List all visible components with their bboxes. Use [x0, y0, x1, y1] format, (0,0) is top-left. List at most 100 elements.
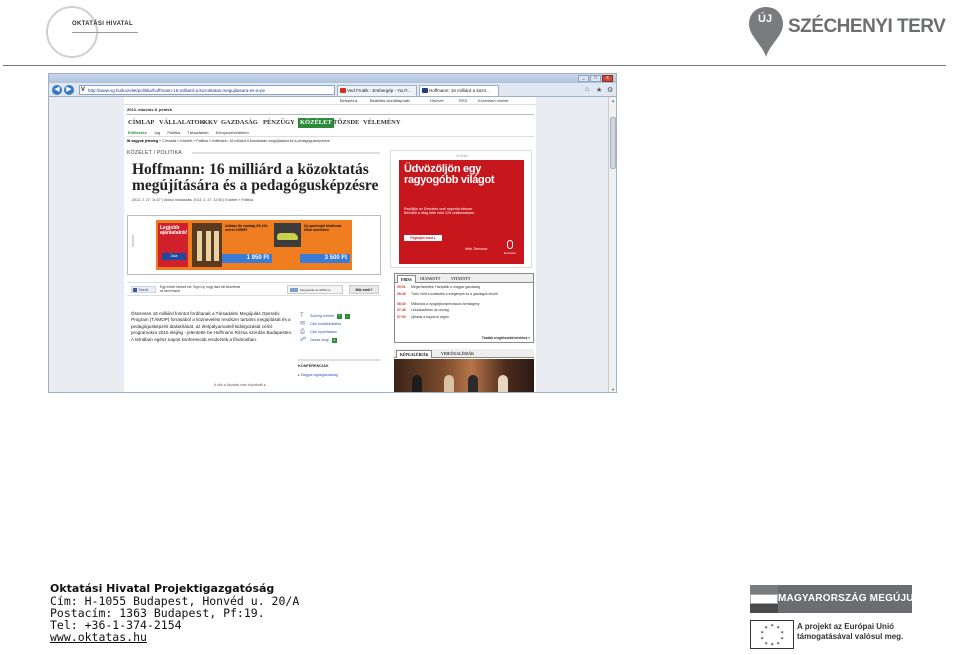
- star-icon: ✶: [764, 641, 769, 647]
- conference-link[interactable]: ▸ Magyar agrárgazdaság: [298, 373, 338, 377]
- minimize-button[interactable]: _: [578, 75, 589, 82]
- tab-friss[interactable]: FRISS: [397, 275, 416, 283]
- news-list: 09:01 Megerősítették: Hanyatlik a magyar…: [397, 285, 531, 323]
- set-homepage-link[interactable]: Beállítás kezdőlapnak!: [370, 97, 410, 105]
- maximize-button[interactable]: □: [590, 75, 601, 82]
- hungarian-flag-icon: [750, 585, 778, 613]
- facebook-like-button[interactable]: Tetszik: [131, 286, 156, 293]
- nav-item-kkv[interactable]: KKV: [203, 118, 218, 128]
- tool-print-article[interactable]: ⎙ Cikk nyomtatása: [298, 328, 380, 336]
- subnav-item-jog[interactable]: Jog: [154, 130, 160, 135]
- tool-text-size[interactable]: T Szöveg mérete + -: [298, 312, 380, 320]
- tool-send-article[interactable]: ✉ Cikk továbbküldése: [298, 320, 380, 328]
- increase-text-button[interactable]: +: [337, 313, 343, 319]
- like-label: Tetszik: [138, 288, 149, 292]
- tool-label: Cikk nyomtatása: [310, 330, 337, 334]
- emirates-logo-mark: [507, 240, 513, 249]
- address-bar[interactable]: V http://www.vg.hu/kozelet/politika/hoff…: [79, 85, 335, 95]
- divider: [126, 136, 534, 137]
- vertical-scrollbar[interactable]: ▲ ▼: [608, 97, 616, 392]
- star-icon[interactable]: ★: [596, 86, 602, 94]
- share-arrow-button[interactable]: ▸: [332, 337, 338, 343]
- follow-us-link[interactable]: Kövessen minket: [478, 97, 508, 105]
- header-divider: [3, 65, 946, 66]
- subnav-item-politika[interactable]: Politika: [167, 130, 180, 135]
- book-now-button[interactable]: Foglaljon most ▸: [404, 235, 442, 241]
- continue-note[interactable]: A cikk a folytatás után folytatódik ▸: [214, 383, 266, 387]
- star-icon: ✶: [764, 625, 769, 631]
- back-arrow-icon[interactable]: ◀: [52, 85, 62, 95]
- advert-label: Hirdetés: [131, 234, 135, 248]
- star-icon: ✶: [770, 642, 775, 648]
- mail-icon: ✉: [300, 321, 306, 327]
- nav-item-cimlap[interactable]: CÍMLAP: [128, 118, 154, 128]
- nav-item-tozsde[interactable]: TŐZSDE: [333, 118, 359, 128]
- gallery-tabs: KÉPGALÉRIÁK VIDEÓGALÉRIÁK: [394, 349, 534, 358]
- nav-item-gazdasag[interactable]: GAZDASÁG: [221, 118, 258, 128]
- iwiw-share-button[interactable]: Megosztás az iWIW-en: [287, 285, 343, 294]
- eu-flag-icon: ✶ ✶ ✶ ✶ ✶ ✶ ✶ ✶ ✶ ✶: [750, 620, 794, 649]
- what-is-this-button[interactable]: Mik ezek?: [349, 285, 379, 294]
- news-time: 07:00: [397, 314, 406, 319]
- rss-link[interactable]: RSS: [459, 97, 467, 105]
- scroll-down-icon[interactable]: ▼: [610, 387, 616, 392]
- tab-vitatott[interactable]: VITATOTT: [448, 275, 473, 283]
- close-button[interactable]: x: [602, 75, 613, 82]
- subnav-item-elofizetes[interactable]: Előfizetés: [128, 130, 147, 135]
- webpage: Belépés ▸ Beállítás kezdőlapnak! Hírlevé…: [124, 97, 536, 392]
- tab-videogaleriak[interactable]: VIDEÓGALÉRIÁK: [438, 350, 477, 358]
- forward-arrow-icon[interactable]: ▶: [64, 85, 74, 95]
- advert-box: Hirdetés Legjobb ajánlataink! Alza Adida…: [127, 215, 381, 275]
- tab-olvasott[interactable]: OLVASOTT: [417, 275, 443, 283]
- footer-contact: Oktatási Hivatal Projektigazgatóság Cím:…: [50, 583, 310, 644]
- nav-item-kozelet[interactable]: KÖZÉLET: [298, 118, 334, 128]
- nav-item-vallalatok[interactable]: VÁLLALATOK: [159, 118, 205, 128]
- news-title: Megerősítették: Hanyatlik a magyar gazda…: [411, 285, 480, 289]
- eu-support-line-2: támogatásával valósul meg.: [797, 632, 904, 641]
- tab-kepgaleriak[interactable]: KÉPGALÉRIÁK: [396, 350, 433, 358]
- oktatasi-hivatal-logo: OKTATÁSI HIVATAL: [46, 4, 138, 60]
- news-item[interactable]: 07:00 Újításai a kuponos cégek: [397, 314, 531, 323]
- emirates-advert[interactable]: Üdvözöljön egy ragyogóbb világot Repüljö…: [399, 160, 524, 264]
- decrease-text-button[interactable]: -: [345, 313, 351, 319]
- tool-share[interactable]: ☍ Ossza meg! ▸: [298, 336, 380, 344]
- emirates-title: Üdvözöljön egy ragyogóbb világot: [404, 163, 495, 186]
- newsletter-link[interactable]: Hírlevél: [430, 97, 444, 105]
- uj-szechenyi-terv-logo: ÚJ SZÉCHENYI TERV: [748, 6, 946, 58]
- star-icon: ✶: [780, 636, 785, 642]
- login-link[interactable]: Belépés ▸: [340, 97, 358, 105]
- advert-brand-label: Alza: [162, 253, 186, 260]
- product-image-shoe: [274, 223, 301, 247]
- product-2-price: 3 500 Ft: [300, 254, 350, 263]
- browser-tab-vg[interactable]: Hoffmann: 16 milliárd a közö...: [419, 85, 499, 96]
- scroll-up-icon[interactable]: ▲: [610, 98, 616, 104]
- advert-promo-title: Legjobb ajánlataink!: [160, 225, 188, 236]
- article-meta: 2013. 2. 27. 11:07 | Utolsó módosítás: 2…: [132, 198, 253, 202]
- emirates-subtitle: Repüljön az Emirates-szel naponta kétsze…: [404, 207, 475, 216]
- oktatasi-hivatal-logo-text: OKTATÁSI HIVATAL: [72, 21, 133, 27]
- nav-item-penzugy[interactable]: PÉNZÜGY: [263, 118, 295, 128]
- gallery-photo[interactable]: [394, 359, 534, 392]
- news-tabs: FRISS OLVASOTT VITATOTT: [395, 274, 533, 283]
- more-news-link[interactable]: Tovább a legfrissebb hírekhez »: [482, 336, 530, 340]
- szechenyi-logo-name: SZÉCHENYI TERV: [788, 16, 946, 37]
- news-title: Tárki: Nőtt a szakadék a szegények és a …: [411, 291, 498, 296]
- scrollbar-thumb[interactable]: [610, 117, 616, 169]
- browser-tab-youtube[interactable]: Ved Fruttik - Embergép - YouT...: [337, 85, 417, 96]
- nav-item-velemeny[interactable]: VÉLEMÉNY: [363, 118, 401, 128]
- advert-promo-panel: Legjobb ajánlataink! Alza: [158, 223, 188, 267]
- magyarorszag-megujul-text: MAGYARORSZÁG MEGÚJUL: [778, 585, 920, 613]
- breadcrumb-path[interactable]: Címoldal » Közélet » Politika » Hoffmann…: [162, 139, 330, 143]
- tool-label: Ossza meg!: [310, 338, 330, 342]
- print-icon: ⎙: [300, 329, 305, 335]
- share-bar: Tetszik Egy ember kedveli ezt. Sign Up, …: [127, 282, 381, 296]
- advert-banner[interactable]: Legjobb ajánlataink! Alza Adidas fiú nad…: [156, 220, 352, 270]
- subnav-item-tarsadalom[interactable]: Társadalom: [187, 130, 208, 135]
- star-icon: ✶: [770, 623, 775, 629]
- site-favicon-icon: V: [81, 87, 86, 93]
- home-icon[interactable]: ⌂: [585, 86, 589, 93]
- browser-tab-label: Hoffmann: 16 milliárd a közö...: [429, 88, 490, 93]
- subnav-item-kornyezetvedelem[interactable]: Környezetvédelem: [216, 130, 249, 135]
- gear-icon[interactable]: ⚙: [607, 86, 613, 94]
- footer-website-link[interactable]: www.oktatas.hu: [50, 631, 310, 643]
